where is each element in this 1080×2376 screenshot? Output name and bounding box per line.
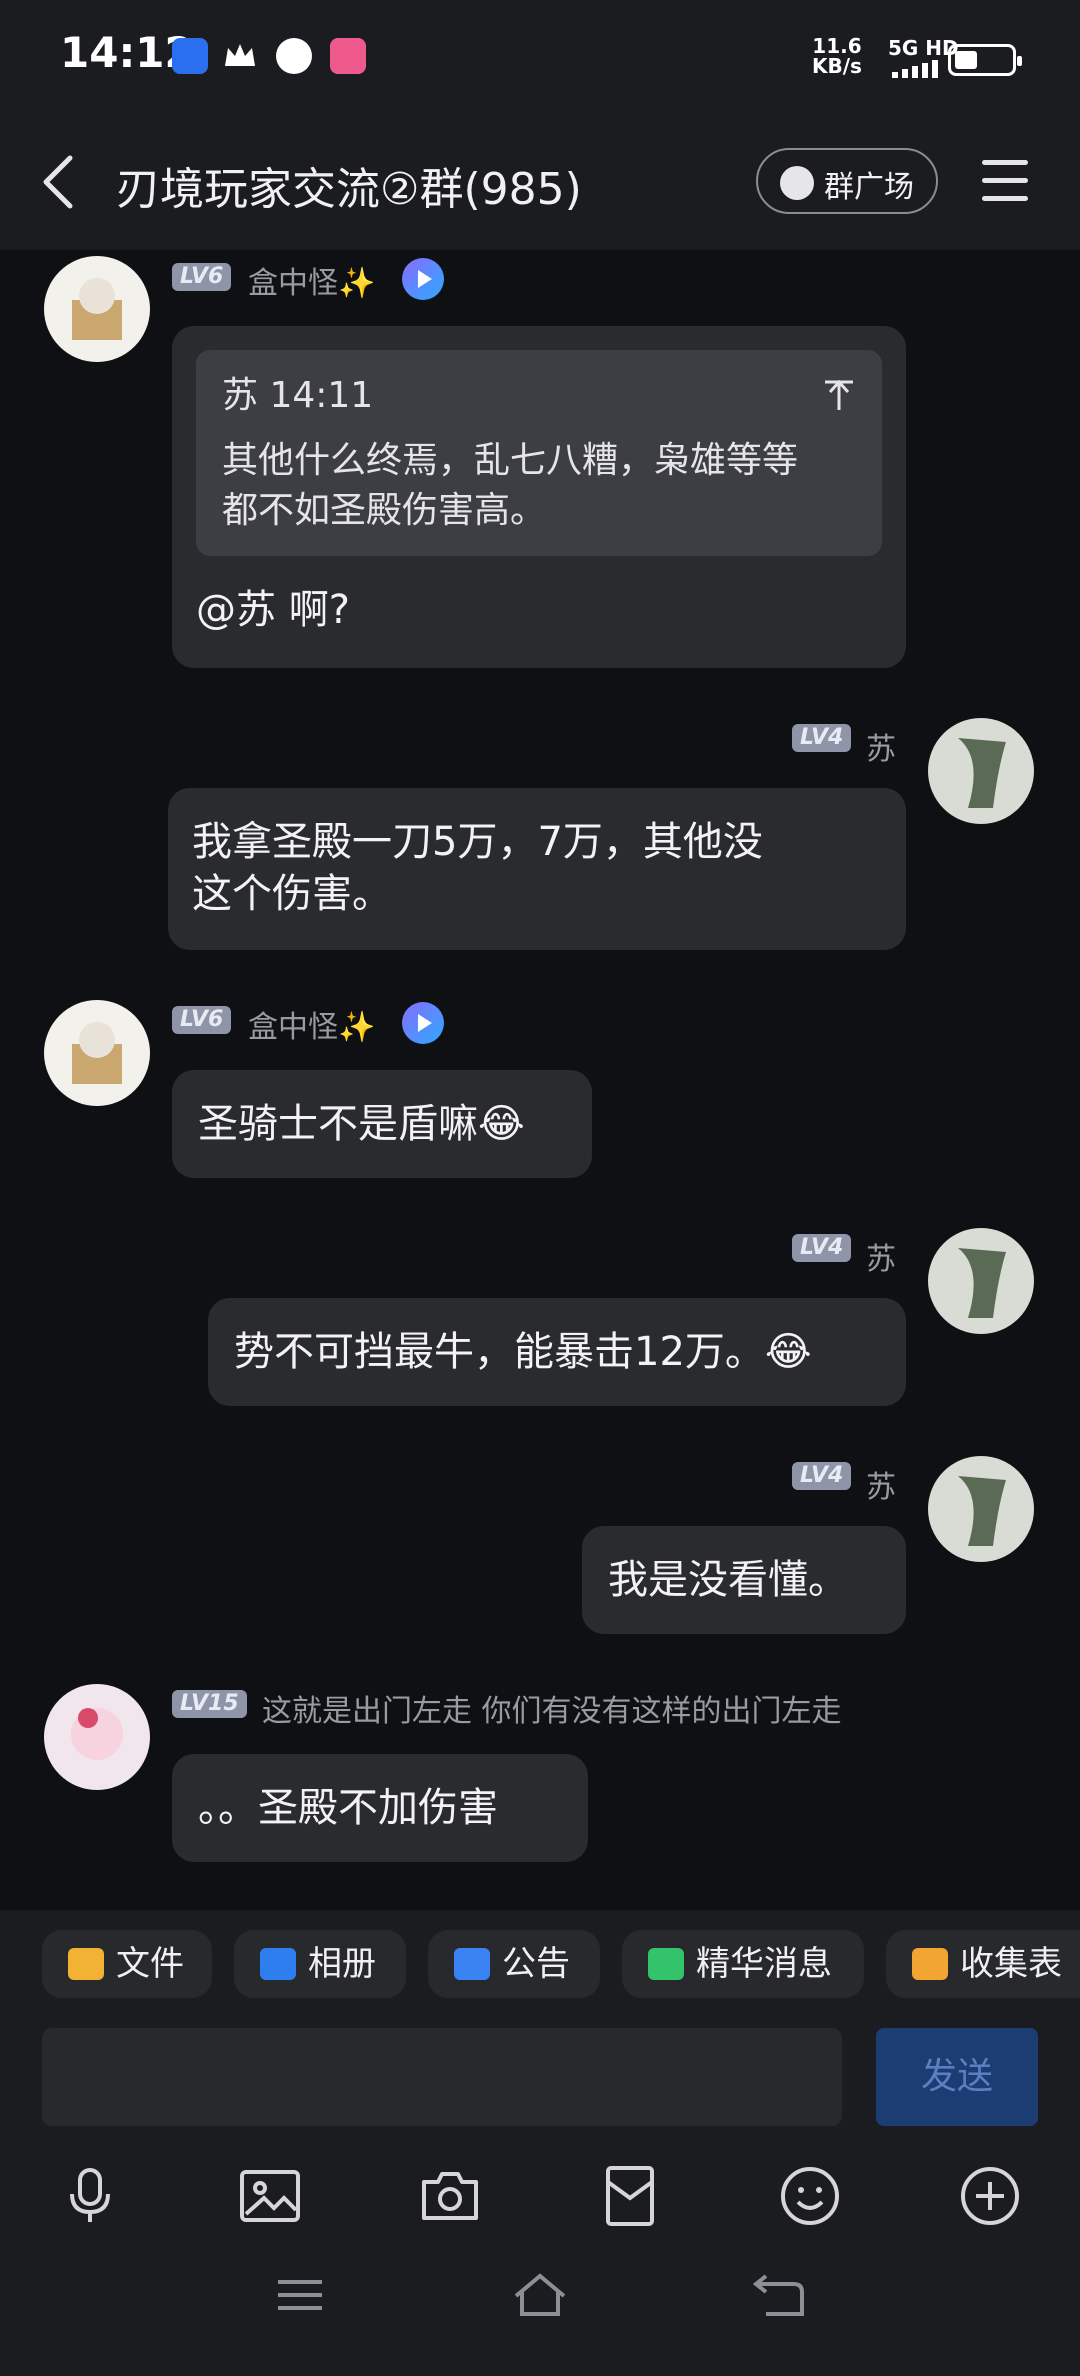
level-badge: LV15 (172, 1690, 247, 1718)
folder-icon (68, 1948, 104, 1980)
message-text: 圣骑士不是盾嘛😂 (198, 1101, 525, 1147)
sender-nickname[interactable]: 这就是出门左走 你们有没有这样的出门左走 (262, 1686, 842, 1730)
emoji-icon[interactable] (778, 2164, 842, 2228)
message-text-line: 我拿圣殿一刀5万，7万，其他没 (192, 819, 763, 865)
message-bubble[interactable]: 苏 14:11 其他什么终焉，乱七八糟，枭雄等等 都不如圣殿伤害高。 @苏 啊? (172, 326, 906, 668)
quote-text-line: 都不如圣殿伤害高。 (222, 490, 547, 531)
message-text: 。。圣殿不加伤害 (198, 1785, 498, 1831)
avatar[interactable] (928, 1456, 1034, 1562)
hamburger-menu-icon[interactable] (982, 160, 1028, 202)
sender-nickname[interactable]: 苏 (866, 1462, 896, 1506)
message-text: 势不可挡最牛，能暴击12万。😂 (234, 1329, 812, 1375)
quote-text-line: 其他什么终焉，乱七八糟，枭雄等等 (222, 440, 799, 481)
chip-album[interactable]: 相册 (234, 1930, 406, 1998)
net-speed: 11.6 KB/s (812, 34, 862, 78)
featured-message-icon (648, 1948, 684, 1980)
plus-icon[interactable] (958, 2164, 1022, 2228)
message-input[interactable] (42, 2028, 842, 2126)
back-arrow-icon[interactable] (36, 152, 86, 212)
alipay-icon (172, 38, 208, 74)
chip-announcement[interactable]: 公告 (428, 1930, 600, 1998)
sender-nickname[interactable]: 苏 (866, 1234, 896, 1278)
avatar[interactable] (44, 256, 150, 362)
music-play-icon (402, 258, 444, 300)
avatar[interactable] (44, 1684, 150, 1790)
announcement-icon (454, 1948, 490, 1980)
clipboard-icon (912, 1948, 948, 1980)
signal-bars-icon (892, 60, 938, 78)
level-badge: LV6 (172, 1006, 232, 1034)
level-badge: LV4 (792, 724, 852, 752)
crown-icon (222, 38, 258, 74)
cat-icon (276, 38, 312, 74)
quote-author-time: 苏 14:11 (222, 375, 374, 416)
level-badge: LV6 (172, 263, 232, 291)
message-bubble[interactable]: 势不可挡最牛，能暴击12万。😂 (208, 1298, 906, 1406)
sender-nickname[interactable]: 盒中怪✨ (248, 1002, 375, 1046)
message-text: @苏 啊? (196, 587, 350, 633)
camera-icon[interactable] (418, 2164, 482, 2228)
avatar[interactable] (928, 718, 1034, 824)
message-text: 我是没看懂。 (608, 1557, 848, 1603)
planet-icon (780, 166, 814, 200)
group-square-button[interactable]: 群广场 (756, 148, 938, 214)
chip-file[interactable]: 文件 (42, 1930, 212, 1998)
message-text-line: 这个伤害。 (192, 871, 392, 917)
bilibili-icon (330, 38, 366, 74)
avatar[interactable] (928, 1228, 1034, 1334)
image-icon[interactable] (238, 2164, 302, 2228)
chip-featured[interactable]: 精华消息 (622, 1930, 864, 1998)
nav-home-icon[interactable] (510, 2270, 570, 2320)
message-bubble[interactable]: 我拿圣殿一刀5万，7万，其他没 这个伤害。 (168, 788, 906, 950)
message-bubble[interactable]: 圣骑士不是盾嘛😂 (172, 1070, 592, 1178)
message-bubble[interactable]: 。。圣殿不加伤害 (172, 1754, 588, 1862)
level-badge: LV4 (792, 1462, 852, 1490)
send-button[interactable]: 发送 (876, 2028, 1038, 2126)
nav-menu-icon[interactable] (270, 2270, 330, 2320)
microphone-icon[interactable] (58, 2164, 122, 2228)
album-icon (260, 1948, 296, 1980)
message-bubble[interactable]: 我是没看懂。 (582, 1526, 906, 1634)
quoted-message[interactable]: 苏 14:11 其他什么终焉，乱七八糟，枭雄等等 都不如圣殿伤害高。 (196, 350, 882, 556)
chip-form[interactable]: 收集表 (886, 1930, 1080, 1998)
red-packet-icon[interactable] (598, 2164, 662, 2228)
sender-nickname[interactable]: 苏 (866, 724, 896, 768)
group-title[interactable]: 刃境玩家交流②群(985) (116, 153, 582, 217)
avatar[interactable] (44, 1000, 150, 1106)
music-play-icon (402, 1002, 444, 1044)
nav-back-icon[interactable] (750, 2270, 810, 2320)
jump-to-quote-icon[interactable] (822, 378, 856, 412)
level-badge: LV4 (792, 1234, 852, 1262)
battery-icon (948, 44, 1022, 76)
sender-nickname[interactable]: 盒中怪✨ (248, 258, 375, 302)
